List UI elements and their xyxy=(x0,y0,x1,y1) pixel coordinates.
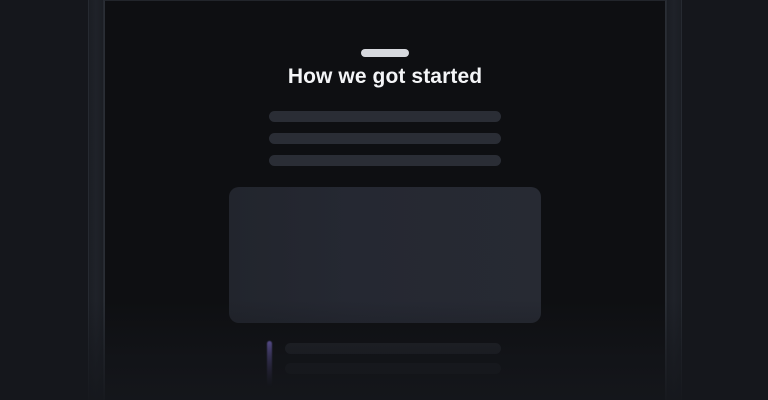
media-placeholder xyxy=(229,187,541,323)
bottom-sheet-panel: How we got started xyxy=(104,0,666,400)
skeleton-text-line xyxy=(285,343,501,354)
skeleton-text-line xyxy=(269,155,501,166)
sheet-drag-handle[interactable] xyxy=(361,49,409,57)
skeleton-text-line xyxy=(269,133,501,144)
timeline-accent-bar xyxy=(267,341,272,387)
left-side-rail xyxy=(88,0,104,400)
right-side-rail xyxy=(666,0,682,400)
skeleton-text-line xyxy=(269,111,501,122)
sheet-title: How we got started xyxy=(287,65,483,88)
skeleton-text-line xyxy=(285,363,501,374)
app-stage: How we got started xyxy=(0,0,768,400)
